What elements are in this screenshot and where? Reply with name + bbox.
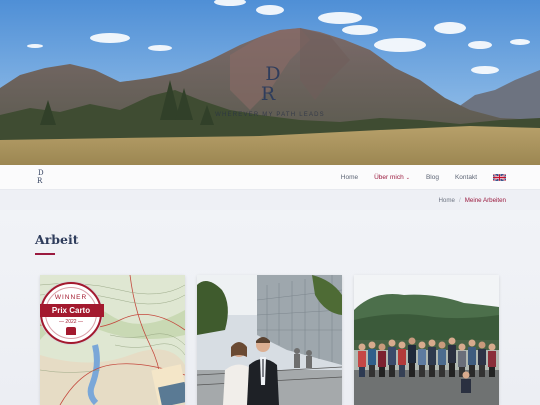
badge-year: — 2022 — xyxy=(59,319,83,325)
nav-item-label: Über mich xyxy=(374,174,404,181)
site-logo-letter-r: R xyxy=(37,177,43,185)
breadcrumb-current: Meine Arbeiten xyxy=(464,196,506,204)
hero-logo-letter-r: R xyxy=(260,83,276,105)
badge-winner-text: WINNER xyxy=(54,294,88,301)
nav-item-label: Home xyxy=(340,174,359,181)
main-navbar: D R Home Über mich ⌄ Blog Kontakt xyxy=(0,165,540,190)
group-photo-image xyxy=(354,275,499,405)
nav-item-kontakt[interactable]: Kontakt xyxy=(455,174,477,181)
work-card-map[interactable]: WINNER Prix Carto — 2022 — xyxy=(40,275,185,405)
work-card-couple-photo[interactable] xyxy=(197,275,342,405)
badge-title: Prix Carto xyxy=(40,304,104,317)
section-title: Arbeit xyxy=(35,232,79,247)
breadcrumb-home-link[interactable]: Home xyxy=(438,197,455,204)
nav-item-label: Blog xyxy=(425,174,439,181)
language-switcher[interactable] xyxy=(493,174,506,181)
main-content: Arbeit WINNER Prix Carto — 2022 — xyxy=(0,210,540,405)
uk-flag-icon xyxy=(493,174,506,181)
award-badge: WINNER Prix Carto — 2022 — xyxy=(40,282,104,344)
hero-logo-letter-d: D xyxy=(265,63,281,85)
chevron-down-icon: ⌄ xyxy=(405,174,410,181)
breadcrumb-bar: Home / Meine Arbeiten xyxy=(0,190,540,210)
nav-menu: Home Über mich ⌄ Blog Kontakt xyxy=(341,165,506,190)
breadcrumb-separator: / xyxy=(458,196,461,204)
title-underline xyxy=(35,253,55,255)
work-card-group-photo[interactable] xyxy=(354,275,499,405)
hero-tagline: WHEREVER MY PATH LEADS xyxy=(215,112,325,118)
breadcrumb: Home / Meine Arbeiten xyxy=(438,190,506,210)
nav-item-ueber-mich[interactable]: Über mich ⌄ xyxy=(374,174,410,181)
nav-item-label: Kontakt xyxy=(454,174,477,181)
site-logo[interactable]: D R xyxy=(37,169,47,186)
hero-banner: D R WHEREVER MY PATH LEADS xyxy=(0,0,540,165)
badge-emblem-icon xyxy=(66,327,76,335)
couple-photo-image xyxy=(197,275,342,405)
nav-item-home[interactable]: Home xyxy=(341,174,358,181)
site-logo-letter-d: D xyxy=(38,169,44,177)
hero-logo: D R xyxy=(258,64,282,108)
nav-item-blog[interactable]: Blog xyxy=(426,174,439,181)
